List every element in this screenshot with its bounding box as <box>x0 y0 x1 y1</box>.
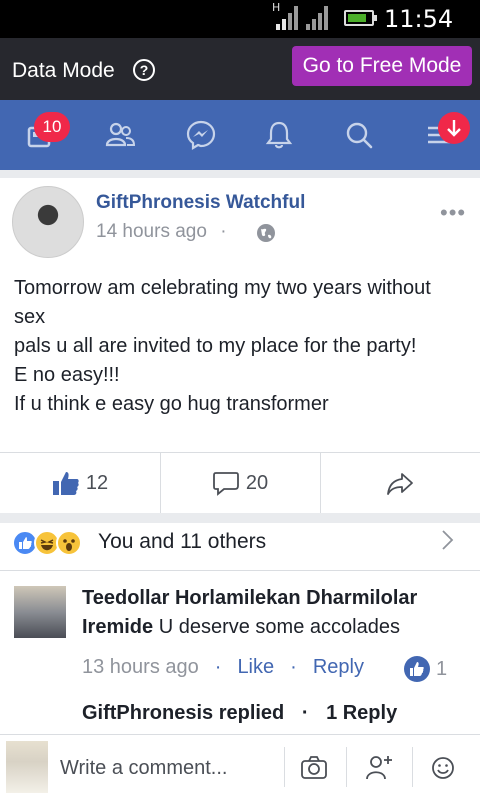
signal-strength-icon <box>276 6 300 30</box>
help-icon[interactable]: ? <box>133 59 155 81</box>
commenter-avatar[interactable] <box>14 586 66 638</box>
notification-count-badge: 10 <box>34 112 70 142</box>
comment-like-icon <box>404 656 430 682</box>
free-mode-button[interactable]: Go to Free Mode <box>292 46 472 86</box>
globe-icon <box>255 222 277 249</box>
comment-meta: 13 hours ago · Like · Reply <box>82 656 364 679</box>
comment-body: Teedollar Horlamilekan Dharmilolar Iremi… <box>82 584 462 642</box>
comment-timestamp: 13 hours ago <box>82 656 199 678</box>
search-icon[interactable] <box>342 118 376 152</box>
post-line: Tomorrow am celebrating my two years wit… <box>14 277 431 328</box>
comment-count: 20 <box>245 471 269 494</box>
post-timestamp[interactable]: 14 hours ago <box>96 221 207 242</box>
down-arrow-badge-icon <box>438 112 470 144</box>
comment-reply-link[interactable]: Reply <box>313 656 364 679</box>
reactions-summary[interactable]: You and 11 others <box>98 530 266 554</box>
comment-composer: Write a comment... <box>0 734 480 800</box>
like-button[interactable]: 12 <box>0 453 160 513</box>
tag-friend-icon[interactable] <box>364 753 394 786</box>
emoji-icon[interactable] <box>430 755 456 786</box>
post-line: If u think e easy go hug transformer <box>14 393 329 415</box>
friends-icon[interactable] <box>104 118 138 152</box>
data-mode-title: Data Mode <box>12 59 115 82</box>
replies-count: 1 Reply <box>326 702 398 724</box>
view-replies-link[interactable]: GiftPhronesis replied · 1 Reply <box>82 702 397 725</box>
meta-separator: · <box>220 221 227 242</box>
post-line: pals u all are invited to my place for t… <box>14 335 417 357</box>
wow-reaction-icon <box>56 530 82 556</box>
share-icon <box>387 473 413 495</box>
comment-button[interactable]: 20 <box>160 453 320 513</box>
status-bar: H 11:54 AM <box>0 0 480 59</box>
composer-divider <box>284 747 285 787</box>
post-line: E no easy!!! <box>14 364 120 386</box>
comments-top-rule <box>0 570 480 571</box>
feed-divider <box>0 170 480 178</box>
composer-divider <box>412 747 413 787</box>
comment-icon <box>212 472 239 496</box>
author-avatar[interactable] <box>12 186 84 258</box>
comment-like-link[interactable]: Like <box>237 656 274 679</box>
thumbs-up-icon <box>52 472 79 495</box>
messenger-icon[interactable] <box>184 118 218 152</box>
post-body: Tomorrow am celebrating my two years wit… <box>14 274 466 419</box>
comment-text: U deserve some accolades <box>158 616 400 638</box>
chevron-right-icon[interactable] <box>440 528 456 557</box>
data-mode-bar: Data Mode Go to Free Mode <box>0 38 480 100</box>
like-count: 12 <box>85 471 109 494</box>
meta-separator: · <box>290 656 297 678</box>
reactions-icons[interactable] <box>12 528 82 558</box>
meta-separator: · <box>214 656 222 678</box>
signal-strength-2-icon <box>306 6 330 30</box>
top-nav: 10 <box>0 100 480 170</box>
battery-icon <box>344 10 377 26</box>
post-author-name[interactable]: GiftPhronesis Watchful <box>96 192 305 214</box>
composer-divider <box>346 747 347 787</box>
clock-time: 11:54 <box>384 5 454 33</box>
my-avatar <box>6 741 48 793</box>
replies-author: GiftPhronesis replied <box>82 702 285 724</box>
section-divider <box>0 513 480 523</box>
meta-separator: · <box>301 702 309 724</box>
share-button[interactable] <box>320 453 480 513</box>
comment-input[interactable]: Write a comment... <box>60 757 227 780</box>
notifications-icon[interactable] <box>262 118 296 152</box>
more-options-icon[interactable]: ••• <box>440 200 466 226</box>
comment-like-count: 1 <box>436 658 448 680</box>
camera-icon[interactable] <box>300 755 328 786</box>
post-meta: 14 hours ago · <box>96 221 227 243</box>
